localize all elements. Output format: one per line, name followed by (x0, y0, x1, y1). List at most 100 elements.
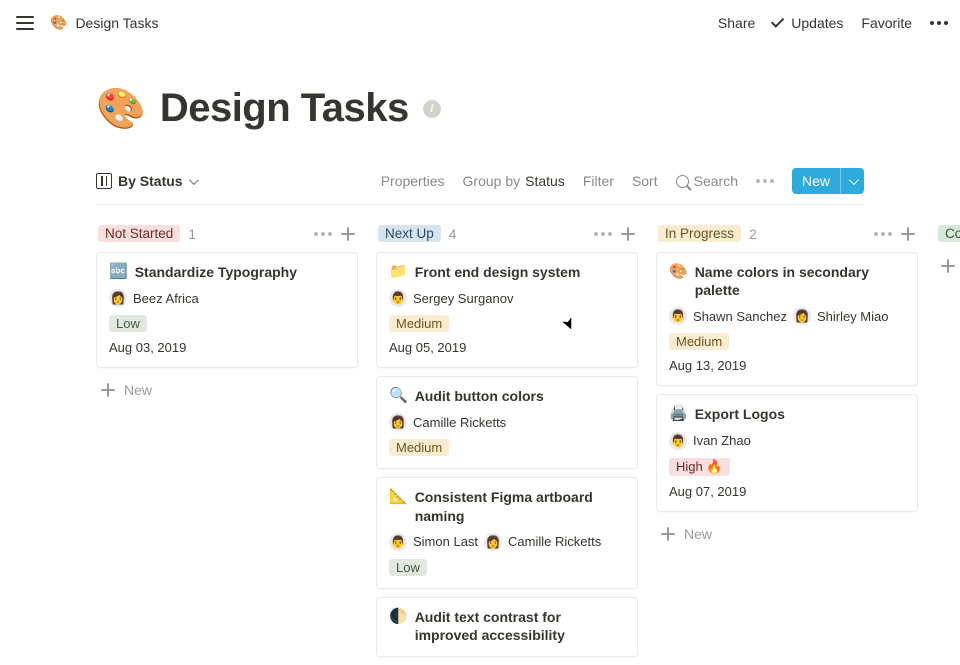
properties-button[interactable]: Properties (381, 173, 445, 189)
check-icon (771, 14, 784, 27)
card-icon: 📐 (389, 488, 408, 506)
person-name: Shawn Sanchez (693, 309, 787, 324)
column-status-pill[interactable]: Next Up (378, 225, 441, 242)
view-picker[interactable]: By Status (96, 173, 196, 189)
chevron-down-icon (189, 175, 199, 185)
card-title: Audit text contrast for improved accessi… (415, 608, 625, 644)
card[interactable]: 🔍 Audit button colors 👩 Camille Ricketts… (376, 376, 638, 469)
card[interactable]: 🔤 Standardize Typography 👩 Beez AfricaLo… (96, 252, 358, 368)
board-column: Next Up 4 📁 Front end design system 👨 Ser… (376, 223, 638, 665)
card-title-row: 🔍 Audit button colors (389, 387, 625, 405)
page-icon[interactable]: 🎨 (96, 85, 146, 132)
column-add-button[interactable] (340, 226, 356, 242)
updates-button[interactable]: Updates (773, 15, 843, 31)
card-title-row: 🖨️ Export Logos (669, 405, 905, 423)
card-title: Export Logos (695, 405, 785, 423)
card-title-row: 🎨 Name colors in secondary palette (669, 263, 905, 299)
card-date: Aug 03, 2019 (109, 340, 345, 355)
avatar: 👩 (793, 307, 811, 325)
column-count: 2 (749, 226, 757, 242)
breadcrumb-title: Design Tasks (75, 15, 158, 31)
card[interactable]: 🎨 Name colors in secondary palette 👨 Sha… (656, 252, 918, 386)
card[interactable]: 🌓 Audit text contrast for improved acces… (376, 597, 638, 657)
card[interactable]: 📐 Consistent Figma artboard naming 👨 Sim… (376, 477, 638, 588)
share-button[interactable]: Share (718, 15, 755, 31)
card-date: Aug 13, 2019 (669, 358, 905, 373)
new-button[interactable]: New (792, 168, 864, 194)
column-count: 4 (449, 226, 457, 242)
card-date: Aug 05, 2019 (389, 340, 625, 355)
person-name: Shirley Miao (817, 309, 889, 324)
new-button-dropdown[interactable] (840, 168, 864, 194)
board: Not Started 1 🔤 Standardize Typography 👩 … (0, 205, 960, 665)
card-people: 👨 Shawn Sanchez 👩 Shirley Miao (669, 307, 905, 325)
breadcrumb[interactable]: 🎨 Design Tasks (50, 14, 158, 31)
column-status-pill[interactable]: Com (938, 225, 960, 242)
search-icon (676, 175, 689, 188)
column-add-button[interactable] (900, 226, 916, 242)
search-label: Search (694, 173, 738, 189)
column-more-options-button[interactable] (874, 232, 892, 236)
favorite-button[interactable]: Favorite (861, 15, 912, 31)
priority-badge: Low (109, 315, 147, 332)
sidebar-toggle-button[interactable] (12, 11, 38, 35)
card-title: Consistent Figma artboard naming (415, 488, 625, 524)
avatar: 👨 (389, 533, 407, 551)
column-header: Com (936, 223, 960, 252)
search-button[interactable]: Search (676, 173, 738, 189)
plus-icon (660, 526, 676, 542)
priority-badge: Medium (389, 439, 449, 456)
board-column: In Progress 2 🎨 Name colors in secondary … (656, 223, 918, 665)
priority-badge: Medium (669, 333, 729, 350)
database-view-controls: By Status Properties Group by Status Fil… (96, 168, 864, 194)
board-column: Not Started 1 🔤 Standardize Typography 👩 … (96, 223, 358, 665)
group-by-button[interactable]: Group by Status (463, 173, 565, 189)
more-options-button[interactable] (930, 21, 948, 25)
column-new-button[interactable]: N (936, 252, 960, 280)
column-add-button[interactable] (620, 226, 636, 242)
column-count: 1 (188, 226, 196, 242)
plus-icon (940, 258, 956, 274)
column-status-pill[interactable]: In Progress (658, 225, 741, 242)
column-header: Next Up 4 (376, 223, 638, 252)
column-header: Not Started 1 (96, 223, 358, 252)
avatar: 👩 (109, 289, 127, 307)
card-people: 👨 Simon Last👩 Camille Ricketts (389, 533, 625, 551)
info-icon[interactable]: i (423, 100, 441, 118)
person-name: Beez Africa (133, 291, 199, 306)
avatar: 👨 (669, 432, 687, 450)
card-icon: 🎨 (669, 263, 688, 281)
card-people: 👨 Ivan Zhao (669, 432, 905, 450)
page-title[interactable]: Design Tasks (160, 86, 409, 131)
updates-label: Updates (791, 15, 843, 31)
column-more-options-button[interactable] (594, 232, 612, 236)
column-status-pill[interactable]: Not Started (98, 225, 180, 242)
board-view-icon (96, 173, 112, 189)
card-title: Front end design system (415, 263, 581, 281)
avatar: 👨 (669, 307, 687, 325)
card-icon: 🌓 (389, 608, 408, 626)
card-icon: 🔤 (109, 263, 128, 281)
column-new-button[interactable]: New (96, 376, 358, 404)
card[interactable]: 📁 Front end design system 👨 Sergey Surga… (376, 252, 638, 368)
view-more-options-button[interactable] (756, 179, 774, 183)
group-by-prefix: Group by (463, 173, 521, 189)
view-name: By Status (118, 173, 183, 189)
card-date: Aug 07, 2019 (669, 484, 905, 499)
card-title-row: 📁 Front end design system (389, 263, 625, 281)
person-name: Camille Ricketts (413, 415, 506, 430)
topbar: 🎨 Design Tasks Share Updates Favorite (0, 0, 960, 45)
avatar: 👨 (389, 289, 407, 307)
group-by-value: Status (525, 173, 565, 189)
priority-badge: High 🔥 (669, 458, 730, 476)
priority-badge: Low (389, 559, 427, 576)
person-name: Simon Last (413, 534, 478, 549)
column-new-button[interactable]: New (656, 520, 918, 548)
priority-badge: Medium (389, 315, 449, 332)
filter-button[interactable]: Filter (583, 173, 614, 189)
sort-button[interactable]: Sort (632, 173, 658, 189)
chevron-down-icon (849, 175, 859, 185)
column-more-options-button[interactable] (314, 232, 332, 236)
card-people: 👩 Camille Ricketts (389, 413, 625, 431)
card[interactable]: 🖨️ Export Logos 👨 Ivan Zhao High 🔥 Aug 07,… (656, 394, 918, 511)
